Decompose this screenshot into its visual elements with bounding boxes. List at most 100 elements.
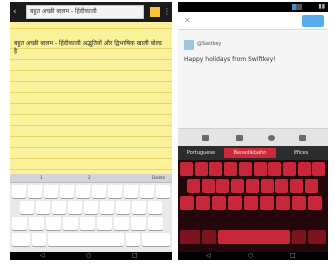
compose-header: ✕ xyxy=(178,12,328,30)
keyboard-key[interactable] xyxy=(36,201,50,214)
clock-icon: ▮▮ xyxy=(318,3,325,10)
keyboard-key[interactable] xyxy=(84,201,98,214)
keyboard-key[interactable] xyxy=(63,217,78,230)
suggestion-1[interactable]: Portuguese xyxy=(180,148,222,158)
keyboard-key[interactable] xyxy=(180,230,200,244)
home-nav-icon[interactable]: ○ xyxy=(248,252,253,260)
keyboard-suggestion-strip: Portuguese Benedikbahn Iffices xyxy=(178,146,328,160)
keyboard-key[interactable] xyxy=(244,196,258,210)
location-icon[interactable] xyxy=(268,135,275,141)
keyboard-key[interactable] xyxy=(187,179,200,193)
space-bar[interactable] xyxy=(218,230,290,244)
keyboard-key[interactable] xyxy=(292,230,306,244)
keyboard-key[interactable] xyxy=(282,162,296,176)
keyboard-key[interactable] xyxy=(228,196,242,210)
keyboard-key[interactable] xyxy=(253,162,267,176)
overflow-menu-icon[interactable]: ⋮ xyxy=(163,6,171,18)
keyboard-key[interactable] xyxy=(140,185,154,198)
keyboard-key[interactable] xyxy=(108,185,122,198)
close-icon[interactable]: ✕ xyxy=(184,16,191,25)
keyboard-key[interactable] xyxy=(142,233,170,246)
keyboard-key[interactable] xyxy=(52,201,66,214)
keyboard-key[interactable] xyxy=(80,217,95,230)
compose-toolbar xyxy=(178,128,328,146)
keyboard-key[interactable] xyxy=(276,196,290,210)
keyboard-key[interactable] xyxy=(114,217,129,230)
keyboard-key[interactable] xyxy=(238,162,252,176)
keyboard-key[interactable] xyxy=(201,179,215,193)
space-bar[interactable] xyxy=(48,233,124,246)
keyboard-key[interactable] xyxy=(44,185,58,198)
keyboard-key[interactable] xyxy=(12,233,30,246)
suggestion-2[interactable]: 2 xyxy=(88,175,91,180)
keyboard-key[interactable] xyxy=(124,185,138,198)
keyboard-key[interactable] xyxy=(148,217,163,230)
keyboard-key[interactable] xyxy=(308,230,326,244)
keyboard-key[interactable] xyxy=(20,201,34,214)
suggestion-2[interactable]: Benedikbahn xyxy=(224,148,276,158)
keyboard-key[interactable] xyxy=(131,217,146,230)
keyboard-key[interactable] xyxy=(212,196,226,210)
signal-icon xyxy=(292,4,302,10)
keyboard-key[interactable] xyxy=(76,185,90,198)
recents-nav-icon[interactable]: □ xyxy=(132,252,138,260)
suggestion-3[interactable]: Delete xyxy=(152,175,165,180)
keyboard-key[interactable] xyxy=(132,201,146,214)
keyboard-key[interactable] xyxy=(12,217,27,230)
keyboard-key[interactable] xyxy=(289,179,303,193)
suggestion-3[interactable]: Iffices xyxy=(278,148,324,158)
link-icon[interactable] xyxy=(299,135,306,141)
keyboard-key[interactable] xyxy=(260,179,274,193)
keyboard-key[interactable] xyxy=(297,162,311,176)
keyboard-key[interactable] xyxy=(260,196,274,210)
keyboard-key[interactable] xyxy=(312,162,326,176)
note-body-text: बहुत अच्छी बालम - हिंदीकाजी अद्भुतियों औ… xyxy=(14,40,162,55)
keyboard-key[interactable] xyxy=(12,185,26,198)
keyboard-key[interactable] xyxy=(180,162,193,176)
keyboard-key[interactable] xyxy=(202,230,216,244)
keyboard-key[interactable] xyxy=(245,179,259,193)
keyboard-key[interactable] xyxy=(231,179,245,193)
keyboard-key[interactable] xyxy=(32,233,46,246)
keyboard-key[interactable] xyxy=(156,185,170,198)
suggestion-1[interactable]: 1 xyxy=(40,175,43,180)
keyboard-key[interactable] xyxy=(292,196,306,210)
keyboard-suggestion-strip: 1 2 Delete xyxy=(10,174,172,183)
right-phone-screen: ▮▮ ✕ @Switkey Happy holidays from Swiftk… xyxy=(178,2,328,260)
recents-nav-icon[interactable]: □ xyxy=(290,252,296,260)
keyboard-key[interactable] xyxy=(180,196,194,210)
keyboard-key[interactable] xyxy=(60,185,74,198)
swiftkey-keyboard: Portuguese Benedikbahn Iffices ◁ ○ □ xyxy=(178,146,328,260)
keyboard-key[interactable] xyxy=(92,185,106,198)
keyboard-key[interactable] xyxy=(224,162,238,176)
keyboard-key[interactable] xyxy=(100,201,114,214)
keyboard-key[interactable] xyxy=(196,196,210,210)
note-editor[interactable]: बहुत अच्छी बालम - हिंदीकाजी अद्भुतियों औ… xyxy=(10,22,172,174)
back-nav-icon[interactable]: ◁ xyxy=(206,252,211,260)
keyboard-key[interactable] xyxy=(46,217,61,230)
tweet-text-field[interactable]: Happy holidays from Swiftkey! xyxy=(184,56,276,63)
keyboard-key[interactable] xyxy=(209,162,223,176)
keyboard-key[interactable] xyxy=(268,162,282,176)
note-title-field[interactable]: बहुत अच्छी बालम - हिंदीकाजी xyxy=(26,5,144,19)
home-nav-icon[interactable]: ○ xyxy=(86,252,91,260)
keyboard-key[interactable] xyxy=(126,233,140,246)
keyboard-key[interactable] xyxy=(275,179,289,193)
keyboard-key[interactable] xyxy=(308,196,322,210)
camera-icon[interactable] xyxy=(202,135,209,141)
keyboard-key[interactable] xyxy=(304,179,318,193)
keyboard-key[interactable] xyxy=(148,201,162,214)
keyboard-key[interactable] xyxy=(116,201,130,214)
status-bar: ▮▮ xyxy=(178,2,328,12)
image-icon[interactable] xyxy=(236,135,243,141)
keyboard-key[interactable] xyxy=(29,217,44,230)
keyboard-key[interactable] xyxy=(68,201,82,214)
keyboard-key[interactable] xyxy=(216,179,230,193)
keyboard-key[interactable] xyxy=(28,185,42,198)
back-nav-icon[interactable]: ◁ xyxy=(40,252,45,260)
keyboard-key[interactable] xyxy=(97,217,112,230)
back-arrow-icon[interactable]: ‹ xyxy=(13,7,23,17)
keyboard-key[interactable] xyxy=(194,162,208,176)
sticky-note-icon[interactable] xyxy=(150,7,160,17)
tweet-send-button[interactable] xyxy=(302,15,324,27)
